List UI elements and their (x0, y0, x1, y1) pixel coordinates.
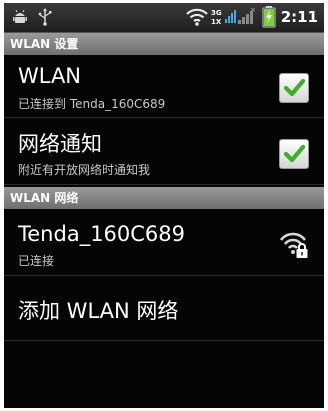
add-wlan-network-button[interactable]: 添加 WLAN 网络 (4, 276, 324, 341)
check-icon (283, 144, 305, 163)
wlan-checkbox[interactable] (279, 73, 309, 103)
network-status: 已连接 (18, 254, 55, 268)
usb-icon (38, 8, 52, 30)
wifi-lock-icon (279, 231, 310, 263)
network-top-label: 3G (211, 9, 222, 17)
network-3g-icon: 3G 1X (211, 7, 237, 31)
wlan-toggle-summary: 已连接到 Tenda_160C689 (18, 97, 166, 111)
network-notify-summary: 附近有开放网络时通知我 (18, 163, 151, 177)
wifi-icon (185, 7, 209, 31)
wlan-toggle-row[interactable]: WLAN 已连接到 Tenda_160C689 (4, 55, 324, 118)
add-wlan-network-label: 添加 WLAN 网络 (18, 299, 179, 323)
status-clock: 2:11 (280, 8, 318, 26)
network-notify-checkbox[interactable] (279, 139, 309, 169)
check-icon (283, 78, 305, 97)
wlan-networks-header: WLAN 网络 (4, 187, 324, 209)
wlan-settings-header: WLAN 设置 (4, 33, 324, 55)
network-notify-row[interactable]: 网络通知 附近有开放网络时通知我 (4, 118, 324, 185)
network-ssid: Tenda_160C689 (18, 222, 186, 246)
signal-icon: × (237, 6, 259, 30)
battery-charging-icon (262, 6, 276, 32)
network-item-tenda[interactable]: Tenda_160C689 已连接 (4, 209, 324, 276)
network-bottom-label: 1X (211, 18, 222, 26)
network-notify-title: 网络通知 (18, 132, 102, 156)
screen: 3G 1X × 2:11 WLAN 设置 WLAN 已连接到 Tenda_160… (4, 3, 324, 408)
wlan-toggle-title: WLAN (18, 64, 82, 88)
android-debug-icon (12, 9, 28, 29)
status-bar: 3G 1X × 2:11 (4, 3, 324, 33)
